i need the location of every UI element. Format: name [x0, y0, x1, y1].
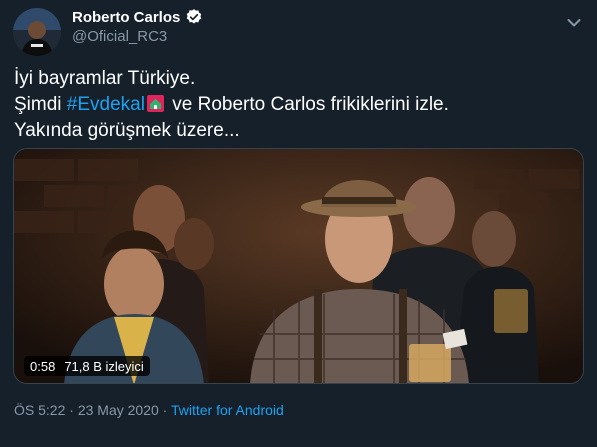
author-name[interactable]: Roberto Carlos: [72, 9, 180, 26]
tweet-source-link[interactable]: Twitter for Android: [171, 402, 284, 418]
author-name-row: Roberto Carlos: [72, 8, 203, 26]
tweet-line-2-prefix: Şimdi: [14, 94, 67, 115]
video-player[interactable]: [13, 148, 584, 384]
video-info-badge: 0:58 71,8 B izleyici: [24, 356, 150, 376]
tweet-line-2: Şimdi #Evdekal ve Roberto Carlos frikikl…: [14, 92, 584, 118]
tweet-date[interactable]: 23 May 2020: [78, 402, 159, 418]
verified-badge-icon: [185, 8, 203, 26]
tweet-line-2-suffix: ve Roberto Carlos frikiklerini izle.: [166, 94, 449, 115]
tweet-line-3: Yakında görüşmek üzere...: [14, 120, 240, 141]
author-handle[interactable]: @Oficial_RC3: [72, 28, 167, 45]
meta-separator-2: ·: [158, 402, 171, 418]
tweet-metadata: ÖS 5:22 · 23 May 2020 · Twitter for Andr…: [14, 402, 284, 418]
video-duration: 0:58: [30, 358, 56, 374]
tweet-text: İyi bayramlar Türkiye. Şimdi #Evdekal ve…: [14, 66, 584, 144]
video-thumbnail: [14, 149, 583, 383]
video-views: 71,8 B izleyici: [64, 358, 144, 374]
author-avatar[interactable]: [13, 8, 61, 56]
chevron-down-icon[interactable]: [565, 14, 583, 32]
hashtag-link[interactable]: #Evdekal: [67, 94, 145, 115]
house-emoji-icon: [146, 94, 164, 112]
meta-separator: ·: [65, 402, 78, 418]
tweet-line-1: İyi bayramlar Türkiye.: [14, 68, 196, 89]
tweet-time[interactable]: ÖS 5:22: [14, 402, 65, 418]
